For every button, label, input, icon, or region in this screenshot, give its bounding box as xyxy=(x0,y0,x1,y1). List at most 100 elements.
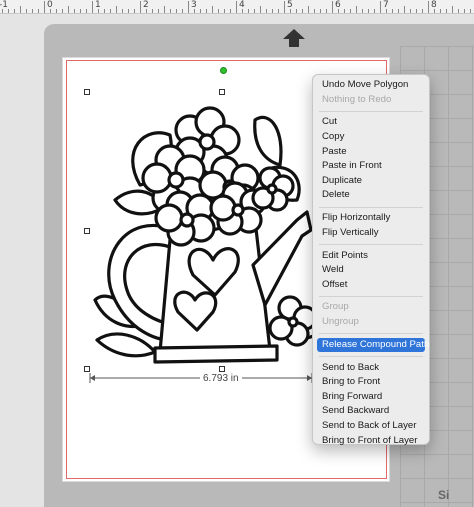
ruler-minor-tick xyxy=(422,9,423,13)
ruler-minor-tick xyxy=(62,9,63,13)
ruler-minor-tick xyxy=(326,9,327,13)
width-dimension-label: 6.793 in xyxy=(200,373,242,384)
ruler-minor-tick xyxy=(122,9,123,13)
ruler-minor-tick xyxy=(14,9,15,13)
menu-item-send-to-back[interactable]: Send to Back xyxy=(313,361,429,376)
menu-item-paste[interactable]: Paste xyxy=(313,145,429,160)
watering-can-artwork[interactable] xyxy=(85,90,317,372)
ruler-minor-tick xyxy=(152,9,153,13)
ruler-minor-tick xyxy=(212,6,213,13)
menu-item-cut[interactable]: Cut xyxy=(313,115,429,130)
ruler-minor-tick xyxy=(344,9,345,13)
menu-item-undo-move-polygon[interactable]: Undo Move Polygon xyxy=(313,78,429,93)
menu-item-ungroup: Ungroup xyxy=(322,316,359,328)
ruler-minor-tick xyxy=(170,9,171,13)
menu-item-copy[interactable]: Copy xyxy=(313,130,429,145)
ruler-minor-tick xyxy=(296,9,297,13)
menu-item-bring-forward[interactable]: Bring Forward xyxy=(313,390,429,405)
context-menu: Undo Move Polygon Nothing to Redo Cut Copy P… xyxy=(312,74,430,446)
menu-item-edit-points[interactable]: Edit Points xyxy=(313,249,429,264)
ruler-minor-tick xyxy=(20,6,21,13)
menu-item-paste-in-front[interactable]: Paste in Front xyxy=(313,159,429,174)
ruler-minor-tick xyxy=(458,9,459,13)
ruler-minor-tick xyxy=(398,9,399,13)
rotate-handle[interactable] xyxy=(220,67,227,74)
ruler-minor-tick xyxy=(260,6,261,13)
ruler-minor-tick xyxy=(314,9,315,13)
ruler-minor-tick xyxy=(56,9,57,13)
ruler-minor-tick xyxy=(128,9,129,13)
ruler-minor-tick xyxy=(416,9,417,13)
ruler-minor-tick xyxy=(392,9,393,13)
silhouette-logo: Si xyxy=(438,488,450,502)
ruler-minor-tick xyxy=(446,9,447,13)
design-window: -1012345678910 Si xyxy=(0,0,474,507)
ruler-major-tick xyxy=(236,1,237,13)
ruler-minor-tick xyxy=(254,9,255,13)
menu-item-bring-to-front[interactable]: Bring to Front xyxy=(313,375,429,390)
ruler-minor-tick xyxy=(32,9,33,13)
ruler-minor-tick xyxy=(80,9,81,13)
ruler-major-tick xyxy=(188,1,189,13)
ruler-major-tick xyxy=(332,1,333,13)
menu-item-flip-vertically[interactable]: Flip Vertically xyxy=(313,226,429,241)
ruler-minor-tick xyxy=(218,9,219,13)
menu-item-bring-to-front-of-layer[interactable]: Bring to Front of Layer xyxy=(313,434,429,449)
ruler-minor-tick xyxy=(86,9,87,13)
menu-separator xyxy=(319,295,423,297)
ruler-minor-tick xyxy=(272,9,273,13)
ruler-major-tick xyxy=(44,1,45,13)
ruler-minor-tick xyxy=(50,9,51,13)
selection-handle-top-left[interactable] xyxy=(84,89,90,95)
ruler-minor-tick xyxy=(98,9,99,13)
ruler-minor-tick xyxy=(164,6,165,13)
menu-item-flip-horizontally[interactable]: Flip Horizontally xyxy=(313,211,429,226)
ruler-minor-tick xyxy=(194,9,195,13)
menu-item-group: Group xyxy=(322,301,349,313)
menu-item-send-to-back-of-layer[interactable]: Send to Back of Layer xyxy=(313,419,429,434)
ruler-minor-tick xyxy=(2,9,3,13)
ruler-major-tick xyxy=(140,1,141,13)
ruler-minor-tick xyxy=(242,9,243,13)
ruler-minor-tick xyxy=(224,9,225,13)
ruler-minor-tick xyxy=(404,6,405,13)
ruler-minor-tick xyxy=(116,6,117,13)
menu-separator xyxy=(319,110,423,112)
ruler-major-tick xyxy=(428,1,429,13)
ruler-minor-tick xyxy=(230,9,231,13)
ruler-minor-tick xyxy=(110,9,111,13)
menu-separator xyxy=(319,243,423,245)
menu-item-duplicate[interactable]: Duplicate xyxy=(313,174,429,189)
menu-item-offset[interactable]: Offset xyxy=(313,278,429,293)
top-ruler[interactable]: -1012345678910 xyxy=(0,0,474,14)
ruler-minor-tick xyxy=(8,9,9,13)
menu-item-release-compound-path[interactable]: Release Compound Path xyxy=(317,337,429,353)
selection-handle-middle-left[interactable] xyxy=(84,228,90,234)
ruler-minor-tick xyxy=(374,9,375,13)
ruler-minor-tick xyxy=(290,9,291,13)
menu-item-weld[interactable]: Weld xyxy=(313,263,429,278)
ruler-minor-tick xyxy=(434,9,435,13)
ruler-minor-tick xyxy=(320,9,321,13)
ruler-minor-tick xyxy=(74,9,75,13)
ruler-minor-tick xyxy=(470,9,471,13)
ruler-minor-tick xyxy=(368,9,369,13)
ruler-minor-tick xyxy=(266,9,267,13)
menu-item-delete[interactable]: Delete xyxy=(313,188,429,203)
ruler-major-tick xyxy=(92,1,93,13)
ruler-minor-tick xyxy=(362,9,363,13)
menu-separator xyxy=(319,333,423,335)
selection-handle-top-middle[interactable] xyxy=(219,89,225,95)
menu-item-send-backward[interactable]: Send Backward xyxy=(313,404,429,419)
menu-separator xyxy=(319,356,423,358)
ruler-minor-tick xyxy=(38,9,39,13)
ruler-minor-tick xyxy=(68,6,69,13)
ruler-minor-tick xyxy=(206,9,207,13)
menu-separator xyxy=(319,206,423,208)
ruler-minor-tick xyxy=(158,9,159,13)
ruler-minor-tick xyxy=(452,6,453,13)
ruler-minor-tick xyxy=(410,9,411,13)
ruler-minor-tick xyxy=(386,9,387,13)
ruler-minor-tick xyxy=(146,9,147,13)
ruler-minor-tick xyxy=(176,9,177,13)
